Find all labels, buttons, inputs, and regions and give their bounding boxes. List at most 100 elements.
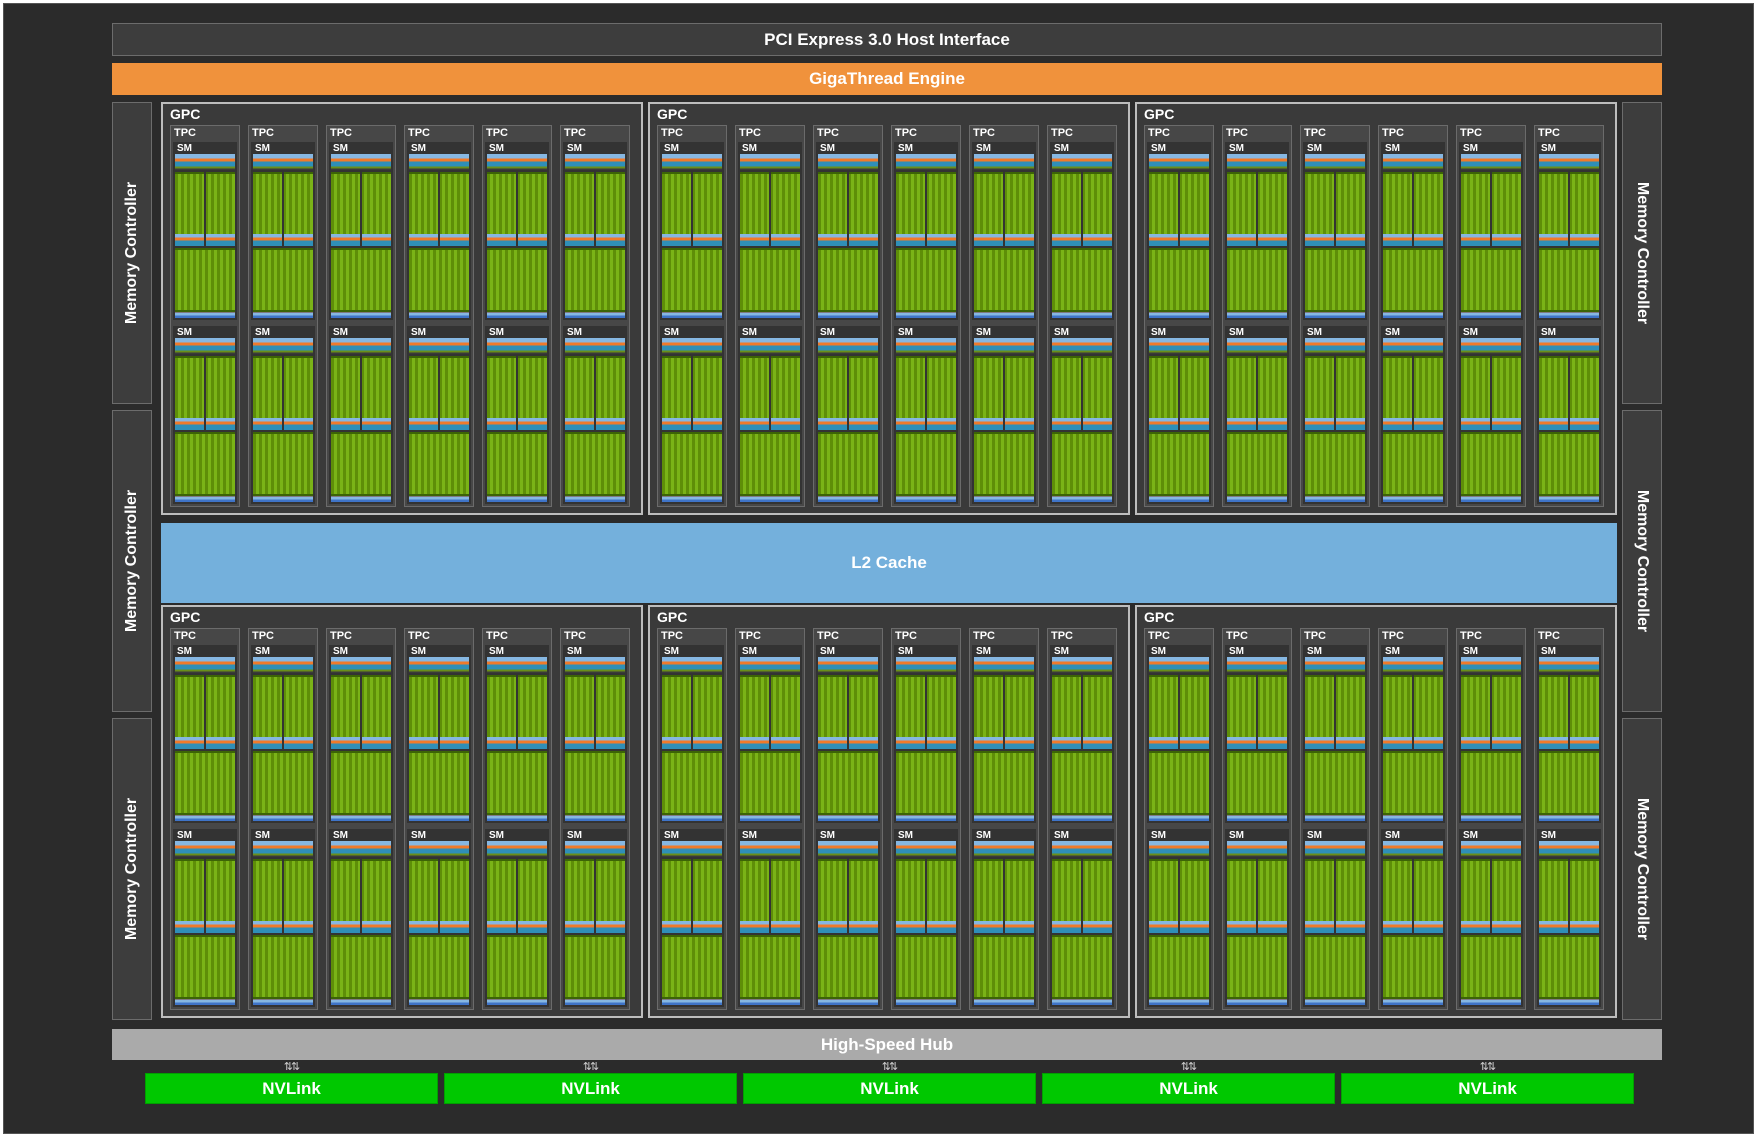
sm-block: SM: [894, 326, 958, 504]
sm-cores: [1305, 841, 1365, 1005]
sm-label: SM: [1541, 327, 1556, 338]
sm-cores: [662, 657, 722, 821]
sm-memory-strip: [1305, 310, 1365, 318]
sm-split-line: [769, 354, 771, 492]
sm-cores: [1149, 154, 1209, 318]
sm-split-line: [594, 170, 596, 308]
sm-split-line: [204, 170, 206, 308]
sm-split-line: [1490, 673, 1492, 811]
sm-cores: [1052, 657, 1112, 821]
sm-split-line: [438, 857, 440, 995]
tpc: TPC SM SM: [1222, 125, 1292, 507]
gpc-5: GPC TPC SM SM TPC SM SM TPC SM SM TPC SM SM TPC SM SM TP…: [648, 605, 1130, 1018]
sm-split-line: [1568, 857, 1570, 995]
sm-split-line: [1568, 354, 1570, 492]
sm-split-line: [1334, 354, 1336, 492]
tpc-label: TPC: [817, 127, 839, 139]
sm-label: SM: [664, 646, 679, 657]
sm-cores: [175, 841, 235, 1005]
sm-block: SM: [1303, 829, 1367, 1007]
pcie-host-interface: PCI Express 3.0 Host Interface: [112, 23, 1662, 56]
tpc-label: TPC: [252, 127, 274, 139]
sm-block: SM: [407, 829, 471, 1007]
tpc: TPC SM SM: [404, 628, 474, 1010]
sm-memory-strip: [662, 813, 722, 821]
sm-split-line: [282, 673, 284, 811]
sm-memory-strip: [565, 997, 625, 1005]
sm-memory-strip: [331, 813, 391, 821]
sm-memory-strip: [1305, 813, 1365, 821]
sm-block: SM: [173, 326, 237, 504]
sm-split-line: [516, 857, 518, 995]
tpc: TPC SM SM: [1144, 628, 1214, 1010]
sm-cores: [896, 841, 956, 1005]
sm-cores: [409, 338, 469, 502]
sm-cores: [662, 841, 722, 1005]
memory-controller-label: Memory Controller: [123, 181, 140, 325]
sm-label: SM: [1541, 830, 1556, 841]
sm-memory-strip: [331, 494, 391, 502]
sm-block: SM: [1459, 326, 1523, 504]
sm-split-line: [360, 170, 362, 308]
sm-split-line: [691, 673, 693, 811]
sm-memory-strip: [896, 310, 956, 318]
sm-label: SM: [177, 327, 192, 338]
sm-split-line: [1003, 857, 1005, 995]
sm-block: SM: [1225, 829, 1289, 1007]
sm-split-line: [925, 170, 927, 308]
sm-memory-strip: [175, 310, 235, 318]
sm-memory-strip: [1539, 813, 1599, 821]
bidirectional-arrow-icon: ⇅⇅: [1479, 1060, 1496, 1073]
sm-cores: [662, 154, 722, 318]
sm-split-line: [282, 857, 284, 995]
sm-cores: [565, 657, 625, 821]
sm-label: SM: [255, 646, 270, 657]
sm-block: SM: [1459, 645, 1523, 823]
sm-memory-strip: [409, 310, 469, 318]
sm-memory-strip: [896, 494, 956, 502]
tpc-label: TPC: [1304, 630, 1326, 642]
sm-memory-strip: [1149, 310, 1209, 318]
gpc-label: GPC: [170, 106, 201, 122]
memory-controller-label: Memory Controller: [1634, 181, 1651, 325]
sm-block: SM: [173, 142, 237, 320]
sm-split-line: [1256, 170, 1258, 308]
sm-cores: [662, 338, 722, 502]
gpc-1: GPC TPC SM SM TPC SM SM TPC SM SM TPC SM SM TPC SM SM TP…: [161, 102, 643, 515]
sm-block: SM: [738, 645, 802, 823]
sm-split-line: [204, 673, 206, 811]
sm-label: SM: [1463, 646, 1478, 657]
tpc-label: TPC: [1382, 127, 1404, 139]
sm-memory-strip: [175, 997, 235, 1005]
tpc-label: TPC: [408, 127, 430, 139]
sm-cores: [565, 154, 625, 318]
gpc-label: GPC: [1144, 106, 1175, 122]
bidirectional-arrow-icon: ⇅⇅: [582, 1060, 599, 1073]
sm-memory-strip: [740, 494, 800, 502]
sm-block: SM: [329, 326, 393, 504]
tpc-label: TPC: [973, 127, 995, 139]
tpc: TPC SM SM: [735, 125, 805, 507]
sm-cores: [1227, 338, 1287, 502]
tpc-label: TPC: [330, 127, 352, 139]
sm-split-line: [769, 673, 771, 811]
sm-block: SM: [407, 645, 471, 823]
memory-controller-left-2: Memory Controller: [112, 410, 152, 712]
sm-label: SM: [1463, 327, 1478, 338]
gpc-label: GPC: [657, 609, 688, 625]
sm-cores: [1383, 657, 1443, 821]
sm-label: SM: [976, 646, 991, 657]
sm-label: SM: [411, 646, 426, 657]
sm-label: SM: [1385, 646, 1400, 657]
tpc-label: TPC: [1051, 127, 1073, 139]
bidirectional-arrow-icon: ⇅⇅: [1180, 1060, 1197, 1073]
sm-split-line: [360, 673, 362, 811]
sm-block: SM: [1459, 142, 1523, 320]
sm-split-line: [1490, 857, 1492, 995]
sm-memory-strip: [565, 494, 625, 502]
sm-cores: [253, 841, 313, 1005]
sm-memory-strip: [1052, 310, 1112, 318]
tpc: TPC SM SM: [560, 628, 630, 1010]
sm-split-line: [1256, 857, 1258, 995]
sm-label: SM: [664, 327, 679, 338]
